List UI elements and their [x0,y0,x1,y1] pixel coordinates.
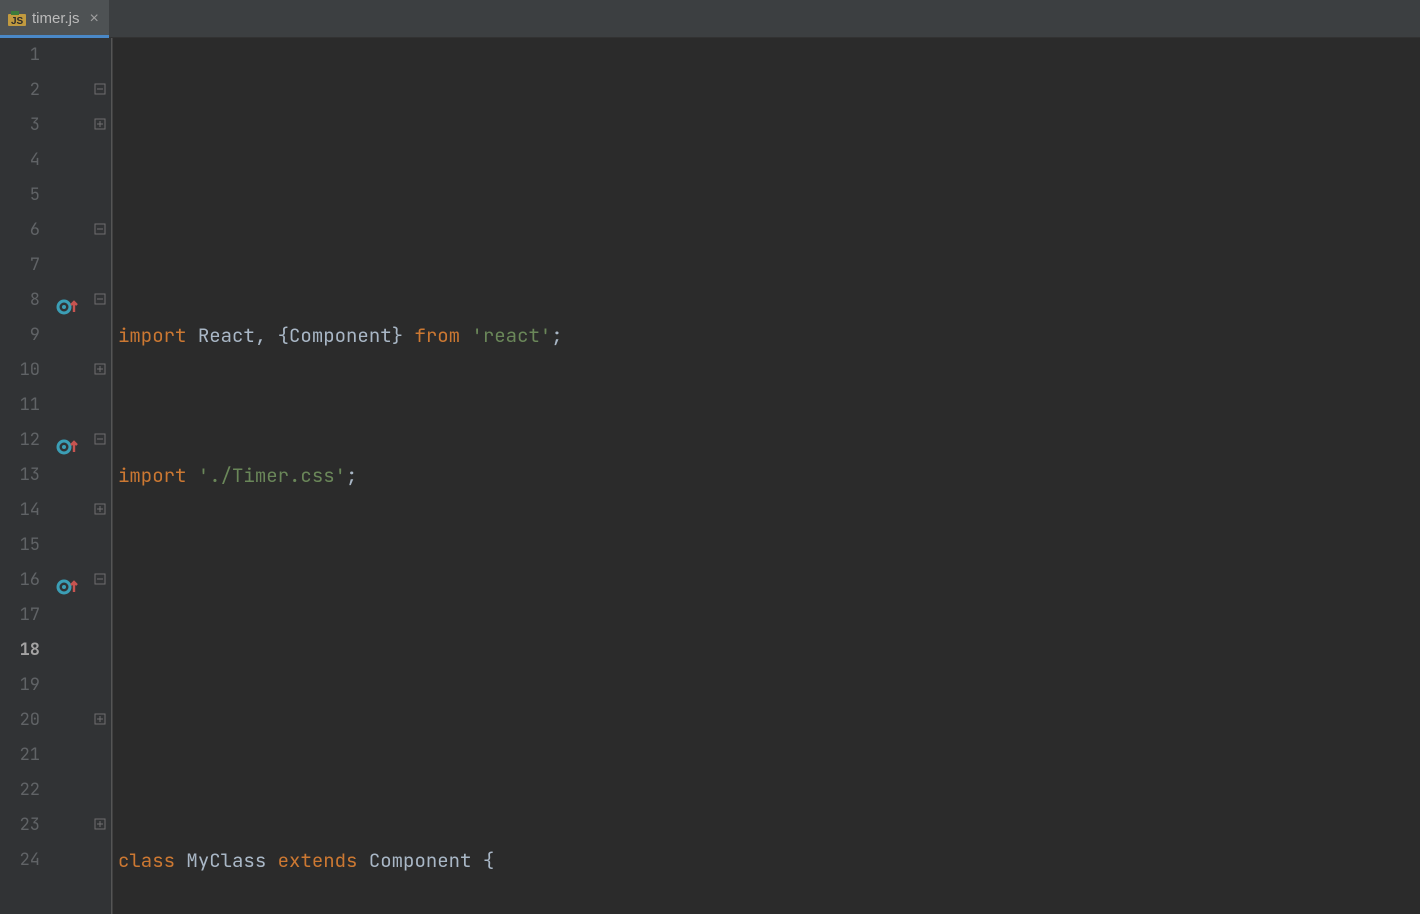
line-number: 6 [0,213,40,248]
fold-start-icon[interactable] [93,83,107,97]
line-number: 9 [0,318,40,353]
override-up-icon[interactable] [56,572,84,592]
line-number: 15 [0,528,40,563]
line-number: 8 [0,283,40,318]
line-number: 19 [0,668,40,703]
fold-start-icon[interactable] [93,573,107,587]
line-number: 22 [0,773,40,808]
line-number: 1 [0,38,40,73]
tab-filename: timer.js [32,10,80,27]
line-number: 17 [0,598,40,633]
fold-end-icon[interactable] [93,818,107,832]
code-line: import React, {Component} from 'react'; [112,318,1420,353]
line-number: 14 [0,493,40,528]
line-number: 3 [0,108,40,143]
close-icon[interactable]: × [90,11,99,27]
code-line [112,178,1420,213]
fold-end-icon[interactable] [93,118,107,132]
tab-bar: JS timer.js × [0,0,1420,38]
line-number-current: 18 [0,633,40,668]
override-up-icon[interactable] [56,432,84,452]
line-number: 20 [0,703,40,738]
fold-start-icon[interactable] [93,433,107,447]
line-number: 5 [0,178,40,213]
line-number: 10 [0,353,40,388]
code-line [112,598,1420,633]
fold-start-icon[interactable] [93,293,107,307]
code-line: class MyClass extends Component { [112,843,1420,878]
line-number: 13 [0,458,40,493]
code-line [112,703,1420,738]
code-line: import './Timer.css'; [112,458,1420,493]
fold-end-icon[interactable] [93,713,107,727]
code-area[interactable]: import React, {Component} from 'react'; … [112,38,1420,914]
svg-text:JS: JS [11,16,24,27]
fold-end-icon[interactable] [93,363,107,377]
override-up-icon[interactable] [56,292,84,312]
line-number-gutter[interactable]: 1 2 3 4 5 6 7 8 9 10 11 12 13 14 15 16 1… [0,38,50,914]
line-number: 21 [0,738,40,773]
fold-gutter [90,38,112,914]
tab-timer-js[interactable]: JS timer.js × [0,0,109,37]
line-number: 24 [0,843,40,878]
line-number: 11 [0,388,40,423]
line-number: 4 [0,143,40,178]
js-file-icon: JS [8,10,26,28]
editor: 1 2 3 4 5 6 7 8 9 10 11 12 13 14 15 16 1… [0,38,1420,914]
fold-end-icon[interactable] [93,503,107,517]
icon-gutter [50,38,90,914]
line-number: 12 [0,423,40,458]
line-number: 23 [0,808,40,843]
line-number: 16 [0,563,40,598]
line-number: 7 [0,248,40,283]
line-number: 2 [0,73,40,108]
fold-start-icon[interactable] [93,223,107,237]
